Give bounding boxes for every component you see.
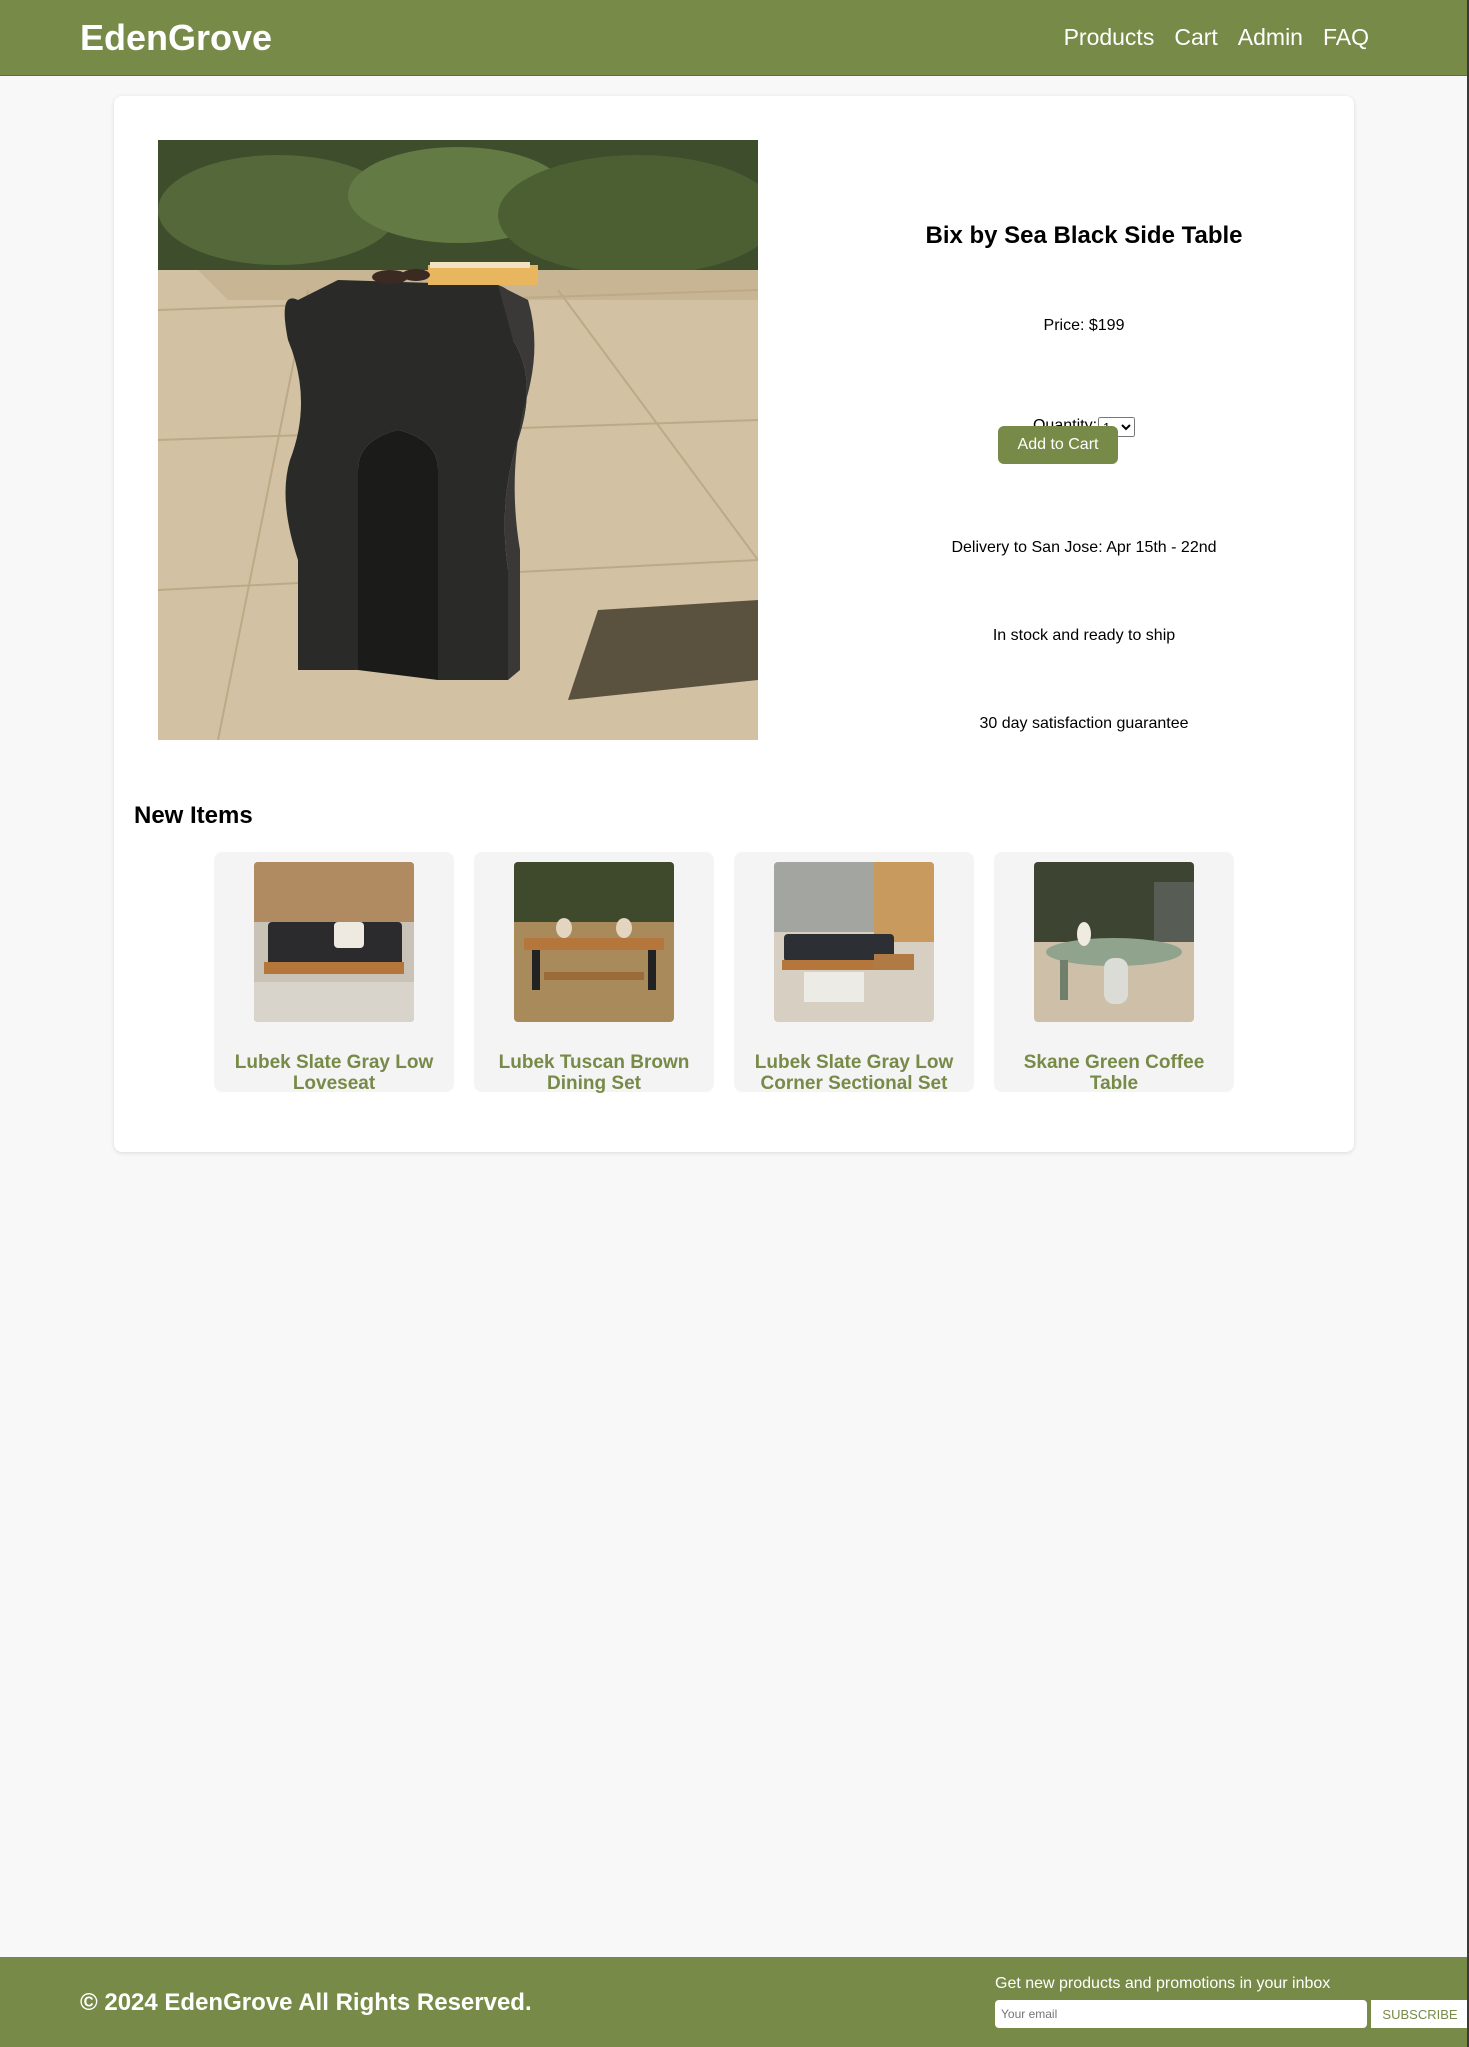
add-to-cart-button[interactable]: Add to Cart: [998, 426, 1118, 464]
product-card: Bix by Sea Black Side Table Price: $199 …: [114, 96, 1354, 1152]
new-item-card[interactable]: Lubek Slate Gray Low Loveseat: [214, 852, 454, 1094]
email-input[interactable]: [995, 2000, 1367, 2028]
new-item-name[interactable]: Lubek Tuscan Brown Dining Set: [484, 1052, 704, 1094]
delivery-text: Delivery to San Jose: Apr 15th - 22nd: [951, 539, 1217, 556]
guarantee-text: 30 day satisfaction guarantee: [979, 715, 1189, 732]
product-price: Price: $199: [1043, 317, 1125, 334]
nav-cart-link[interactable]: Cart: [1174, 24, 1217, 51]
new-items-heading: New Items: [134, 802, 253, 829]
main-nav: Products Cart Admin FAQ: [1064, 24, 1369, 51]
nav-products-link[interactable]: Products: [1064, 24, 1155, 51]
nav-admin-link[interactable]: Admin: [1238, 24, 1303, 51]
nav-faq-link[interactable]: FAQ: [1323, 24, 1369, 51]
subscribe-button[interactable]: SUBSCRIBE: [1371, 2000, 1469, 2028]
product-title: Bix by Sea Black Side Table: [925, 222, 1243, 249]
copyright-text: © 2024 EdenGrove All Rights Reserved.: [80, 1989, 532, 2016]
site-footer: © 2024 EdenGrove All Rights Reserved. Ge…: [0, 1957, 1469, 2047]
new-item-name[interactable]: Lubek Slate Gray Low Corner Sectional Se…: [744, 1052, 964, 1094]
new-item-card[interactable]: Lubek Tuscan Brown Dining Set: [474, 852, 714, 1094]
new-item-image[interactable]: [1034, 862, 1194, 1022]
subscribe-label: Get new products and promotions in your …: [995, 1975, 1331, 1992]
new-item-name[interactable]: Lubek Slate Gray Low Loveseat: [224, 1052, 444, 1094]
site-header: EdenGrove Products Cart Admin FAQ: [0, 0, 1469, 76]
brand-logo[interactable]: EdenGrove: [80, 17, 272, 59]
new-item-image[interactable]: [514, 862, 674, 1022]
new-item-card[interactable]: Lubek Slate Gray Low Corner Sectional Se…: [734, 852, 974, 1094]
stock-text: In stock and ready to ship: [992, 627, 1176, 644]
new-item-image[interactable]: [774, 862, 934, 1022]
product-image: [158, 140, 758, 740]
new-items-list: Lubek Slate Gray Low Loveseat Lubek Tusc…: [214, 852, 1234, 1094]
new-item-card[interactable]: Skane Green Coffee Table: [994, 852, 1234, 1094]
new-item-name[interactable]: Skane Green Coffee Table: [1004, 1052, 1224, 1094]
new-item-image[interactable]: [254, 862, 414, 1022]
